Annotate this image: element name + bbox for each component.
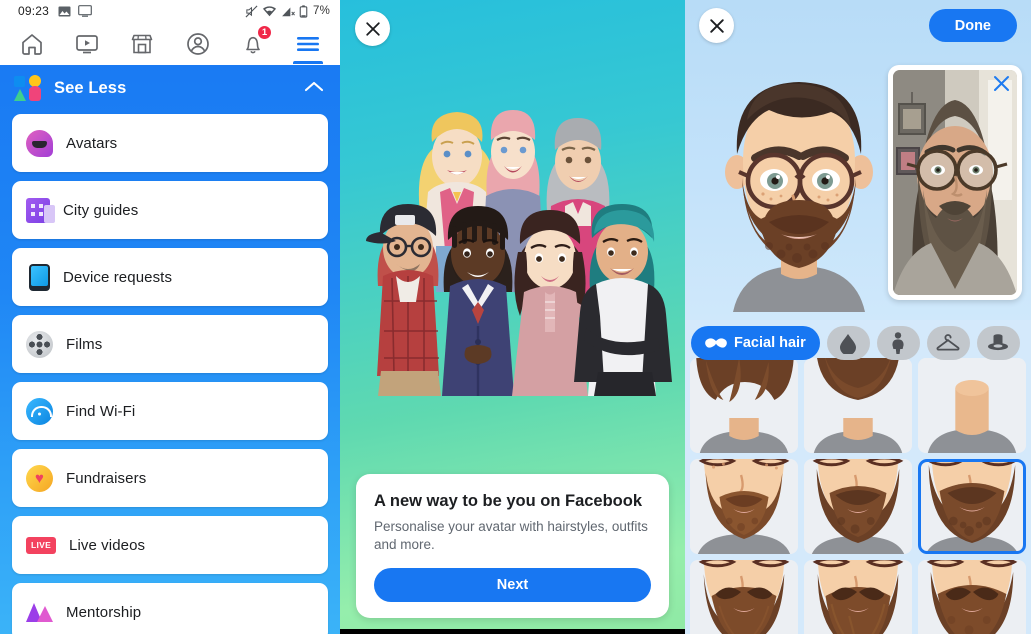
hat-icon <box>988 334 1009 351</box>
person-circle-icon <box>186 32 209 55</box>
menu-item-avatars[interactable]: Avatars <box>12 114 328 172</box>
menu-item-device-requests[interactable]: Device requests <box>12 248 328 306</box>
close-icon <box>365 21 380 36</box>
status-bar: 09:23 7% <box>0 0 340 22</box>
avatar-group-illustration <box>340 96 685 396</box>
beard-option[interactable] <box>804 560 912 634</box>
wifi-icon <box>262 5 277 16</box>
menu-item-label: Find Wi-Fi <box>66 402 136 420</box>
intro-close-button[interactable] <box>355 11 390 46</box>
status-time: 09:23 <box>18 4 50 18</box>
menu-item-label: Mentorship <box>66 603 142 621</box>
video-icon <box>76 34 98 53</box>
droplet-icon <box>840 333 857 354</box>
selfie-close-button[interactable] <box>992 74 1011 98</box>
shop-icon <box>132 34 153 53</box>
menu-item-label: Fundraisers <box>66 469 147 487</box>
mountains-icon <box>26 602 53 622</box>
nav-marketplace[interactable] <box>119 23 165 64</box>
intro-title: A new way to be you on Facebook <box>374 492 643 511</box>
signal-off-icon <box>282 6 295 16</box>
intro-bottom-bar <box>340 629 685 634</box>
next-button[interactable]: Next <box>374 568 651 602</box>
tab-headwear[interactable] <box>976 326 1020 360</box>
editor-close-button[interactable] <box>699 8 734 43</box>
avatars-icon <box>26 129 53 157</box>
menu-item-films[interactable]: Films <box>12 315 328 373</box>
nav-profile[interactable] <box>175 23 221 64</box>
menu-item-label: Avatars <box>66 134 118 152</box>
hanger-icon <box>936 334 960 351</box>
intro-subtitle: Personalise your avatar with hairstyles,… <box>374 519 648 553</box>
nav-notifications[interactable]: 1 <box>230 23 276 64</box>
live-badge-text: LIVE <box>30 540 52 550</box>
menu-item-city-guides[interactable]: City guides <box>12 181 328 239</box>
facebook-menu-panel: 09:23 7% 1 See Less Avatars City guides … <box>0 0 340 634</box>
screenshot-root: 09:23 7% 1 See Less Avatars City guides … <box>0 0 1031 634</box>
body-icon <box>892 332 904 354</box>
menu-item-live-videos[interactable]: LIVE Live videos <box>12 516 328 574</box>
menu-item-find-wifi[interactable]: Find Wi-Fi <box>12 382 328 440</box>
nav-watch[interactable] <box>64 23 110 64</box>
facebook-navbar: 1 <box>0 22 340 65</box>
menu-item-label: Device requests <box>63 268 173 286</box>
active-tab-indicator <box>293 61 324 64</box>
tab-facial-hair-label: Facial hair <box>734 335 806 351</box>
tab-outfit[interactable] <box>926 326 970 360</box>
editor-preview-area: Done <box>685 0 1031 320</box>
see-less-header[interactable]: See Less <box>0 65 340 114</box>
wifi-icon <box>26 397 53 425</box>
avatar-intro-panel: A new way to be you on Facebook Personal… <box>340 0 685 634</box>
image-icon <box>58 6 71 16</box>
beard-option-selected[interactable] <box>918 459 1026 554</box>
menu-item-fundraisers[interactable]: Fundraisers <box>12 449 328 507</box>
beard-option[interactable] <box>918 560 1026 634</box>
device-requests-icon <box>29 263 50 291</box>
live-badge-icon: LIVE <box>26 536 56 554</box>
nav-menu[interactable] <box>285 23 331 64</box>
avatar-suit-man <box>442 206 514 396</box>
menu-item-label: Films <box>66 335 103 353</box>
avatar-editor-panel: Done Facial hair <box>685 0 1031 634</box>
category-tab-bar: Facial hair <box>685 324 1031 362</box>
notification-badge: 1 <box>256 25 272 40</box>
beard-option[interactable] <box>690 560 798 634</box>
beard-option[interactable] <box>804 358 912 453</box>
battery-icon <box>299 4 308 18</box>
close-icon <box>994 76 1009 91</box>
film-reel-icon <box>26 330 53 358</box>
done-button[interactable]: Done <box>928 9 1017 42</box>
menu-list: Avatars City guides Device requests Film… <box>0 114 340 634</box>
tab-facial-hair[interactable]: Facial hair <box>691 326 820 360</box>
nav-home[interactable] <box>9 23 55 64</box>
cast-icon <box>78 5 92 17</box>
mute-icon <box>245 5 258 17</box>
beard-option[interactable] <box>690 358 798 453</box>
beard-option[interactable] <box>804 459 912 554</box>
beard-option[interactable] <box>918 358 1026 453</box>
beard-style-grid <box>685 352 1031 634</box>
heart-icon <box>26 464 53 492</box>
chevron-up-icon[interactable] <box>304 80 324 98</box>
tab-body[interactable] <box>876 326 920 360</box>
menu-item-mentorship[interactable]: Mentorship <box>12 583 328 634</box>
hamburger-icon <box>297 36 320 51</box>
shapes-icon <box>14 75 41 102</box>
selfie-reference-photo <box>888 65 1022 300</box>
close-icon <box>709 18 724 33</box>
see-less-label: See Less <box>54 79 127 97</box>
intro-card: A new way to be you on Facebook Personal… <box>356 474 669 618</box>
menu-item-label: City guides <box>63 201 139 219</box>
beard-option[interactable] <box>690 459 798 554</box>
moustache-icon <box>705 337 727 348</box>
tab-skin-tone[interactable] <box>826 326 870 360</box>
battery-percent: 7% <box>312 5 330 17</box>
menu-item-label: Live videos <box>69 536 146 554</box>
avatar-preview <box>707 50 892 312</box>
city-guides-icon <box>26 197 55 223</box>
home-icon <box>21 33 42 55</box>
